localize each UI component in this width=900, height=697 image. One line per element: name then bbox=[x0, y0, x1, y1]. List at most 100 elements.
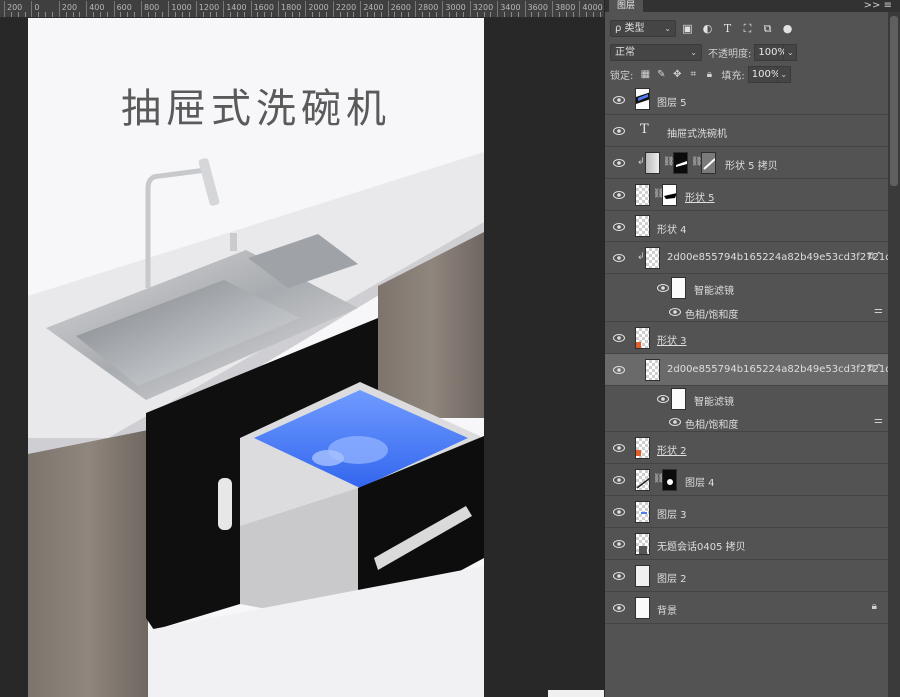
layer-name[interactable]: 背景 bbox=[657, 602, 677, 617]
layer-name[interactable]: 色相/饱和度 bbox=[685, 416, 738, 431]
ruler-minor-tick bbox=[565, 12, 567, 17]
smart-filter-row[interactable]: 智能滤镜 bbox=[605, 386, 889, 412]
ruler-major-tick bbox=[360, 1, 362, 17]
layer-name[interactable]: 色相/饱和度 bbox=[685, 306, 738, 321]
smart-filter-toggle-icon[interactable]: ⧉⌃ bbox=[867, 251, 883, 262]
layer-name[interactable]: 智能滤镜 bbox=[694, 282, 734, 297]
lock-artboard-icon[interactable]: ⌗ bbox=[685, 69, 701, 80]
ruler-minor-tick bbox=[127, 12, 129, 17]
mask-thumbnail bbox=[662, 469, 677, 491]
visibility-eye-icon[interactable] bbox=[613, 444, 625, 452]
panel-scrollbar-thumb[interactable] bbox=[890, 16, 898, 186]
visibility-eye-icon[interactable] bbox=[613, 127, 625, 135]
layer-row[interactable]: 形状 2 bbox=[605, 432, 889, 464]
visibility-eye-icon[interactable] bbox=[657, 395, 669, 403]
filter-kind-select[interactable]: ρ 类型 ⌄ bbox=[610, 19, 676, 37]
ruler-minor-tick bbox=[236, 12, 238, 17]
ruler-major-tick bbox=[31, 1, 33, 17]
horizontal-ruler[interactable]: 200 0 200 400 600 800 1000 1200 1400 1600 1800 2000… bbox=[0, 0, 604, 18]
visibility-eye-icon[interactable] bbox=[613, 191, 625, 199]
layer-name[interactable]: 形状 5 bbox=[685, 189, 715, 204]
layer-row[interactable]: T 抽屉式洗碗机 bbox=[605, 115, 889, 147]
lock-position-icon[interactable]: ✥ bbox=[669, 69, 685, 80]
filter-effect-row[interactable]: 色相/饱和度 ⚌ bbox=[605, 302, 889, 322]
visibility-eye-icon[interactable] bbox=[613, 572, 625, 580]
layer-name[interactable]: 图层 2 bbox=[657, 570, 687, 585]
layer-name[interactable]: 无题会话0405 拷贝 bbox=[657, 538, 746, 553]
panel-scrollbar[interactable] bbox=[888, 12, 900, 697]
layer-row-selected[interactable]: 2d00e855794b165224a82b49e53cd3f2721dc950… bbox=[605, 354, 900, 386]
layer-row[interactable]: 形状 3 bbox=[605, 322, 889, 354]
visibility-eye-icon[interactable] bbox=[613, 366, 625, 374]
visibility-eye-icon[interactable] bbox=[613, 540, 625, 548]
blend-mode-select[interactable]: 正常 ⌄ bbox=[610, 43, 702, 61]
fill-input[interactable]: 100% bbox=[747, 65, 780, 83]
layer-row[interactable]: 背景 🔒︎ bbox=[605, 592, 889, 624]
visibility-eye-icon[interactable] bbox=[669, 308, 681, 316]
layer-row[interactable]: ⛓ 图层 4 bbox=[605, 464, 889, 496]
visibility-eye-icon[interactable] bbox=[613, 508, 625, 516]
visibility-eye-icon[interactable] bbox=[613, 334, 625, 342]
layer-name[interactable]: 图层 4 bbox=[685, 474, 715, 489]
lock-label: 锁定: bbox=[610, 70, 634, 82]
fill-dropdown-icon[interactable]: ⌄ bbox=[777, 65, 791, 83]
ruler-minor-tick bbox=[586, 12, 588, 17]
visibility-eye-icon[interactable] bbox=[669, 418, 681, 426]
layer-name[interactable]: 形状 4 bbox=[657, 221, 687, 236]
visibility-eye-icon[interactable] bbox=[613, 223, 625, 231]
left-cabinet bbox=[28, 430, 148, 697]
ruler-minor-tick bbox=[271, 12, 273, 17]
layer-row[interactable]: 图层 5 bbox=[605, 84, 889, 115]
layer-thumbnail bbox=[635, 597, 650, 619]
ruler-minor-tick bbox=[421, 12, 423, 17]
layer-name[interactable]: 形状 2 bbox=[657, 442, 687, 457]
lock-transparent-icon[interactable]: ▦ bbox=[637, 69, 653, 80]
layer-name[interactable]: 2d00e855794b165224a82b49e53cd3f2721dc950… bbox=[667, 252, 900, 263]
layer-row[interactable]: ↲ 2d00e855794b165224a82b49e53cd3f2721dc9… bbox=[605, 242, 900, 274]
type-filter-icon[interactable]: T bbox=[719, 20, 736, 37]
ruler-minor-tick bbox=[264, 12, 266, 17]
filter-options-icon[interactable]: ⚌ bbox=[874, 305, 883, 316]
smart-object-filter-icon[interactable]: ⧉ bbox=[759, 20, 776, 37]
document-workspace[interactable]: 抽屉式洗碗机 bbox=[0, 18, 604, 697]
ruler-minor-tick bbox=[346, 12, 348, 17]
visibility-eye-icon[interactable] bbox=[613, 604, 625, 612]
visibility-eye-icon[interactable] bbox=[613, 96, 625, 104]
ruler-major-tick bbox=[415, 1, 416, 17]
layer-thumbnail bbox=[645, 152, 660, 174]
ruler-minor-tick bbox=[45, 12, 47, 17]
layer-row[interactable]: 无题会话0405 拷贝 bbox=[605, 528, 889, 560]
visibility-eye-icon[interactable] bbox=[613, 159, 625, 167]
document-canvas[interactable]: 抽屉式洗碗机 bbox=[28, 18, 484, 697]
adjustment-filter-icon[interactable]: ◐ bbox=[699, 20, 716, 37]
visibility-eye-icon[interactable] bbox=[613, 254, 625, 262]
layer-row[interactable]: 图层 3 bbox=[605, 496, 889, 528]
pixel-filter-icon[interactable]: ▣ bbox=[679, 20, 696, 37]
smart-filter-toggle-icon[interactable]: ⧉⌃ bbox=[867, 363, 883, 374]
lock-all-icon[interactable]: 🔒︎ bbox=[701, 69, 717, 80]
layer-name[interactable]: 抽屉式洗碗机 bbox=[667, 125, 727, 140]
panel-menu-icon[interactable]: >> ≡ bbox=[864, 0, 892, 11]
filter-effect-row[interactable]: 色相/饱和度 ⚌ bbox=[605, 412, 889, 432]
layer-row[interactable]: 图层 2 bbox=[605, 560, 889, 592]
layer-name[interactable]: 形状 3 bbox=[657, 332, 687, 347]
layer-row[interactable]: ↲ ⛓ ⛓ 形状 5 拷贝 bbox=[605, 147, 889, 179]
opacity-input[interactable]: 100% bbox=[754, 43, 787, 61]
filter-toggle-icon[interactable]: ● bbox=[779, 20, 796, 37]
layer-name[interactable]: 2d00e855794b165224a82b49e53cd3f2721dc950… bbox=[667, 364, 900, 375]
shape-filter-icon[interactable]: ⛶ bbox=[739, 20, 756, 37]
layer-name[interactable]: 形状 5 拷贝 bbox=[725, 157, 778, 172]
layer-row[interactable]: ⛓ 形状 5 bbox=[605, 179, 889, 211]
tab-layers[interactable]: 图层 bbox=[609, 0, 644, 12]
layer-name[interactable]: 智能滤镜 bbox=[694, 393, 734, 408]
smart-filter-row[interactable]: 智能滤镜 bbox=[605, 274, 889, 302]
layer-row[interactable]: 形状 4 bbox=[605, 211, 889, 242]
layer-name[interactable]: 图层 5 bbox=[657, 94, 687, 109]
visibility-eye-icon[interactable] bbox=[613, 476, 625, 484]
smart-object-thumbnail bbox=[645, 359, 660, 381]
layer-name[interactable]: 图层 3 bbox=[657, 506, 687, 521]
lock-image-icon[interactable]: ✎ bbox=[653, 69, 669, 80]
visibility-eye-icon[interactable] bbox=[657, 284, 669, 292]
filter-options-icon[interactable]: ⚌ bbox=[874, 415, 883, 426]
opacity-dropdown-icon[interactable]: ⌄ bbox=[784, 43, 798, 61]
